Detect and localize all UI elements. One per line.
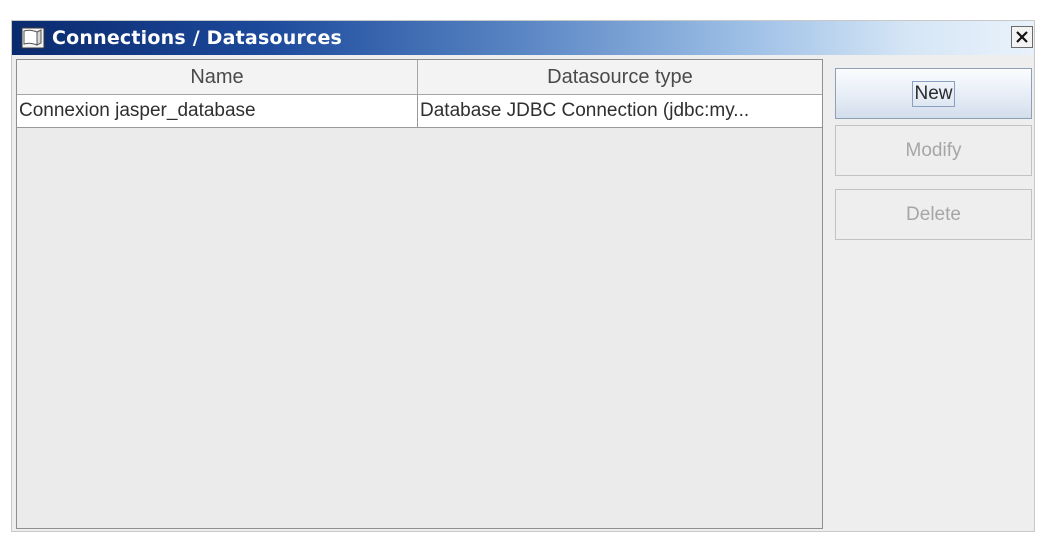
- window-title: Connections / Datasources: [52, 27, 343, 49]
- new-button[interactable]: New: [835, 68, 1032, 119]
- new-button-label: New: [912, 80, 955, 107]
- delete-button[interactable]: Delete: [835, 189, 1032, 240]
- document-icon: [21, 27, 45, 49]
- column-header-name[interactable]: Name: [17, 60, 418, 94]
- cell-name: Connexion jasper_database: [17, 95, 418, 127]
- table-row[interactable]: Connexion jasper_database Database JDBC …: [17, 95, 822, 128]
- datasources-table: Name Datasource type Connexion jasper_da…: [16, 59, 823, 529]
- table-header: Name Datasource type: [17, 60, 822, 95]
- title-bar[interactable]: Connections / Datasources: [12, 21, 1034, 55]
- cell-datasource-type: Database JDBC Connection (jdbc:my...: [420, 100, 750, 121]
- close-button[interactable]: [1011, 26, 1033, 48]
- connections-dialog: Connections / Datasources Name Datasourc…: [11, 20, 1035, 532]
- close-icon: [1016, 31, 1028, 43]
- column-header-datasource-type[interactable]: Datasource type: [418, 60, 822, 94]
- modify-button[interactable]: Modify: [835, 125, 1032, 176]
